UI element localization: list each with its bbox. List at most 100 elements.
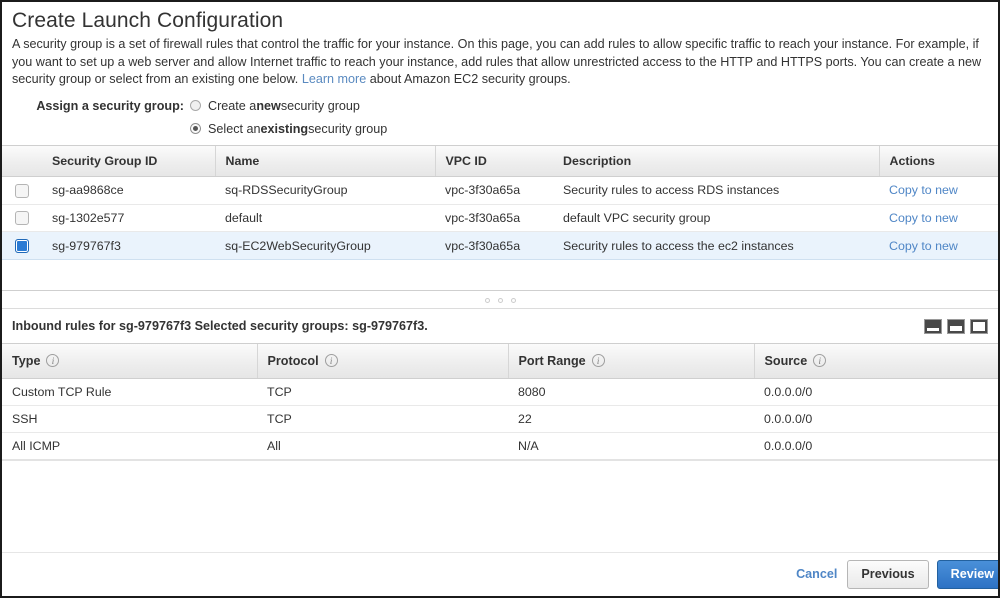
table-row[interactable]: Custom TCP Rule TCP 8080 0.0.0.0/0: [2, 378, 998, 406]
cell-description: Security rules to access the ec2 instanc…: [553, 231, 879, 261]
cell-type: SSH: [2, 405, 257, 433]
column-header-description[interactable]: Description: [553, 145, 880, 177]
copy-to-new-link[interactable]: Copy to new: [889, 239, 958, 253]
layout-split-half-icon[interactable]: [947, 318, 965, 334]
cell-description: Security rules to access RDS instances: [553, 177, 879, 205]
inbound-rules-table: Type i Protocol i Port Range i Source i Cust…: [2, 343, 998, 461]
cancel-button[interactable]: Cancel: [786, 561, 847, 588]
cell-actions: Copy to new: [879, 177, 998, 205]
inbound-rules-title: Inbound rules for sg-979767f3 Selected s…: [12, 319, 428, 333]
security-groups-table-body: sg-aa9868ce sq-RDSSecurityGroup vpc-3f30…: [2, 177, 998, 261]
review-button[interactable]: Review: [936, 560, 998, 589]
column-header-port-range-label: Port Range: [518, 353, 586, 368]
cell-protocol: TCP: [257, 378, 508, 406]
page-description: A security group is a set of firewall ru…: [12, 36, 988, 89]
row-checkbox-cell[interactable]: [2, 231, 42, 261]
radio-create-new-label-prefix: Create a: [208, 98, 257, 113]
layout-full-pane-icon[interactable]: [970, 318, 988, 334]
cell-vpc-id: vpc-3f30a65a: [435, 177, 553, 205]
radio-selected-icon: [190, 123, 201, 134]
column-header-vpc-id[interactable]: VPC ID: [435, 145, 553, 177]
cell-actions: Copy to new: [879, 204, 998, 233]
cell-security-group-id: sg-1302e577: [42, 204, 215, 233]
cell-vpc-id: vpc-3f30a65a: [435, 231, 553, 261]
copy-to-new-link[interactable]: Copy to new: [889, 211, 958, 225]
row-checkbox-cell[interactable]: [2, 204, 42, 233]
security-groups-table: Security Group ID Name VPC ID Descriptio…: [2, 144, 998, 291]
row-checkbox-cell[interactable]: [2, 177, 42, 205]
panel-splitter[interactable]: [2, 291, 998, 309]
column-header-source: Source i: [754, 344, 998, 379]
table-row[interactable]: sg-aa9868ce sq-RDSSecurityGroup vpc-3f30…: [2, 177, 998, 205]
splitter-grip-handle[interactable]: [2, 298, 998, 303]
page-title: Create Launch Configuration: [12, 9, 284, 32]
grip-dot-icon: [497, 298, 503, 303]
wizard-footer: Cancel Previous Review: [2, 552, 998, 596]
table-row[interactable]: sg-1302e577 default vpc-3f30a65a default…: [2, 204, 998, 233]
radio-select-existing-label-bold: existing: [260, 121, 309, 136]
info-icon[interactable]: i: [813, 353, 827, 367]
layout-toggle-group: [924, 318, 988, 334]
checkbox-icon[interactable]: [15, 183, 29, 198]
cell-port-range: 22: [508, 405, 754, 433]
grip-dot-icon: [510, 298, 516, 303]
copy-to-new-link[interactable]: Copy to new: [889, 183, 958, 197]
cell-type: All ICMP: [2, 432, 257, 460]
radio-create-new-label-suffix: security group: [280, 98, 360, 113]
radio-select-existing-label-prefix: Select an: [208, 121, 261, 136]
cell-security-group-id: sg-aa9868ce: [42, 177, 215, 205]
cell-name: sq-RDSSecurityGroup: [215, 177, 435, 205]
radio-select-existing-label-suffix: security group: [308, 121, 388, 136]
cell-type: Custom TCP Rule: [2, 378, 257, 406]
column-header-port-range: Port Range i: [508, 344, 755, 379]
intro-section: Create Launch Configuration A security g…: [2, 2, 998, 89]
cell-source: 0.0.0.0/0: [754, 432, 998, 460]
security-groups-table-head: Security Group ID Name VPC ID Descriptio…: [2, 145, 998, 177]
column-header-source-label: Source: [764, 353, 808, 368]
cell-vpc-id: vpc-3f30a65a: [435, 204, 553, 233]
grip-dot-icon: [484, 298, 490, 303]
column-header-type-label: Type: [12, 353, 41, 368]
assign-security-group-label: Assign a security group:: [36, 98, 184, 113]
assign-security-group-row: Assign a security group: Create a new se…: [2, 98, 998, 136]
cell-security-group-id: sg-979767f3: [42, 231, 215, 261]
radio-select-existing-security-group[interactable]: Select an existing security group: [190, 122, 387, 136]
checkbox-checked-icon[interactable]: [15, 239, 29, 254]
column-header-security-group-id[interactable]: Security Group ID: [42, 145, 216, 177]
description-text-part2: about Amazon EC2 security groups.: [366, 72, 571, 86]
create-launch-configuration-window: Create Launch Configuration A security g…: [0, 0, 1000, 598]
security-group-mode-radio-group: Create a new security group Select an ex…: [190, 98, 387, 136]
cell-description: default VPC security group: [553, 204, 879, 233]
column-header-name[interactable]: Name: [215, 145, 436, 177]
cell-port-range: 8080: [508, 378, 754, 406]
cell-protocol: All: [257, 432, 508, 460]
radio-create-new-label-bold: new: [256, 98, 281, 113]
layout-split-bottom-small-icon[interactable]: [924, 318, 942, 334]
security-groups-header-row: Security Group ID Name VPC ID Descriptio…: [2, 145, 998, 177]
cell-name: default: [215, 204, 435, 233]
checkbox-icon[interactable]: [15, 211, 29, 226]
cell-actions: Copy to new: [879, 231, 998, 261]
table-row-selected[interactable]: sg-979767f3 sq-EC2WebSecurityGroup vpc-3…: [2, 231, 998, 261]
cell-source: 0.0.0.0/0: [754, 378, 998, 406]
table-row[interactable]: SSH TCP 22 0.0.0.0/0: [2, 405, 998, 433]
column-header-protocol-label: Protocol: [267, 353, 319, 368]
radio-create-new-security-group[interactable]: Create a new security group: [190, 99, 387, 113]
info-icon[interactable]: i: [591, 353, 605, 367]
security-groups-table-body-scroll[interactable]: sg-aa9868ce sq-RDSSecurityGroup vpc-3f30…: [2, 177, 998, 290]
inbound-rules-table-head: Type i Protocol i Port Range i Source i Cust…: [2, 344, 998, 460]
previous-button[interactable]: Previous: [847, 560, 929, 589]
table-row[interactable]: All ICMP All N/A 0.0.0.0/0: [2, 432, 998, 460]
cell-source: 0.0.0.0/0: [754, 405, 998, 433]
info-icon[interactable]: i: [46, 353, 60, 367]
inbound-rules-bar: Inbound rules for sg-979767f3 Selected s…: [2, 309, 998, 343]
learn-more-link[interactable]: Learn more: [302, 72, 366, 86]
cell-port-range: N/A: [508, 432, 754, 460]
info-icon[interactable]: i: [324, 353, 338, 367]
column-header-select-all[interactable]: [2, 145, 42, 177]
column-header-protocol: Protocol i: [257, 344, 509, 379]
cell-name: sq-EC2WebSecurityGroup: [215, 231, 435, 261]
radio-unselected-icon: [190, 100, 201, 111]
inbound-rules-header-row: Type i Protocol i Port Range i Source i: [2, 344, 998, 379]
cell-protocol: TCP: [257, 405, 508, 433]
